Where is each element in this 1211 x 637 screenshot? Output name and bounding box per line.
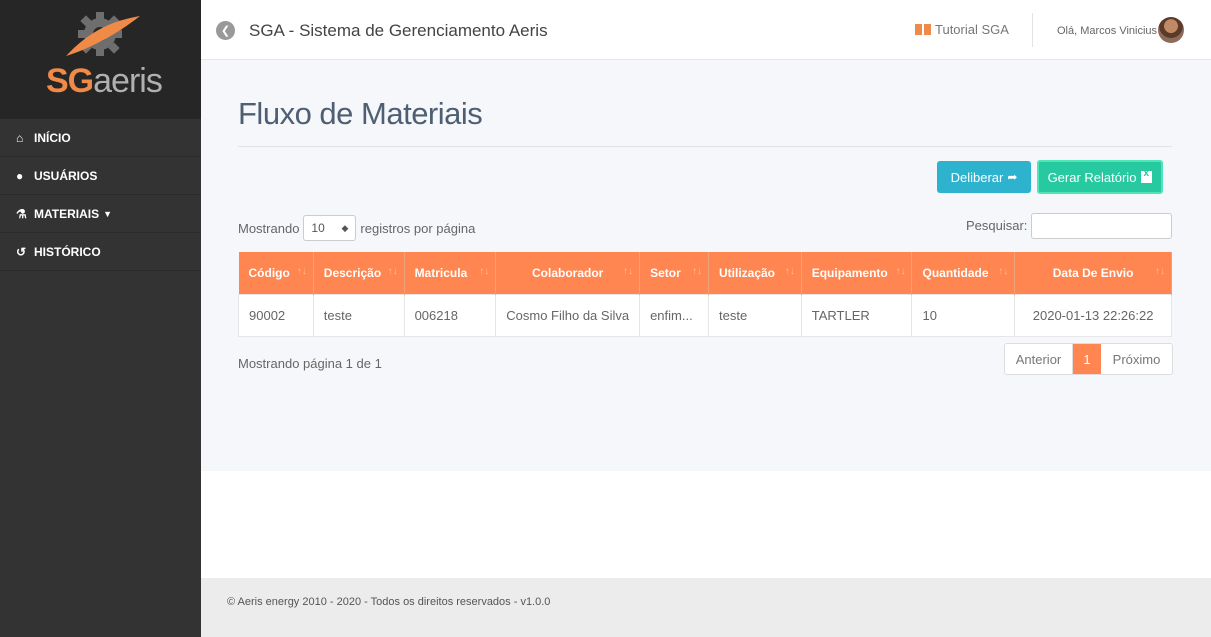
sidebar-item-usuarios[interactable]: ● USUÁRIOS — [0, 157, 201, 195]
main-content: Fluxo de Materiais Deliberar ➦ Gerar Rel… — [201, 60, 1211, 471]
pagination-prev[interactable]: Anterior — [1005, 344, 1073, 374]
table-header-row: Código ↑↓ Descrição ↑↓ Matricula ↑↓ Colabor… — [238, 252, 1172, 294]
history-icon: ↺ — [16, 244, 27, 259]
sort-icon: ↑↓ — [1155, 266, 1165, 277]
chevron-left-icon: ❮ — [220, 25, 231, 37]
chevron-down-icon: ▼ — [103, 208, 113, 219]
deliberar-button[interactable]: Deliberar ➦ — [937, 161, 1031, 193]
gerar-relatorio-button[interactable]: Gerar Relatório — [1037, 160, 1163, 194]
user-icon: ● — [16, 168, 24, 183]
logo[interactable]: SGaeris — [0, 0, 201, 119]
column-header-data-envio[interactable]: Data De Envio ↑↓ — [1014, 252, 1172, 294]
page-length-value: 10 — [311, 221, 325, 235]
column-header-codigo[interactable]: Código ↑↓ — [238, 252, 314, 294]
pagination-page-1[interactable]: 1 — [1073, 344, 1101, 374]
deliberar-label: Deliberar — [950, 169, 1004, 185]
sort-icon: ↑↓ — [296, 266, 307, 277]
top-header: ❮ SGA - Sistema de Gerenciamento Aeris T… — [201, 0, 1211, 60]
pagination-next[interactable]: Próximo — [1101, 344, 1172, 374]
sort-icon: ↑↓ — [998, 266, 1009, 277]
page-length-control: Mostrando 10 ◆ registros por página — [238, 215, 475, 241]
select-arrows-icon: ◆ — [341, 222, 349, 233]
sort-icon: ↑↓ — [623, 266, 634, 277]
cell-data-envio: 2020-01-13 22:26:22 — [1014, 293, 1172, 337]
column-header-descricao[interactable]: Descrição ↑↓ — [313, 252, 405, 294]
sort-icon: ↑↓ — [691, 266, 702, 277]
sort-icon: ↑↓ — [479, 266, 490, 277]
materials-icon: ⚗ — [16, 206, 27, 221]
cell-setor: enfim... — [639, 293, 709, 337]
table-info: Mostrando página 1 de 1 — [238, 356, 382, 371]
title-divider — [238, 146, 1172, 147]
page-title: Fluxo de Materiais — [238, 96, 483, 131]
sort-icon: ↑↓ — [387, 266, 398, 277]
column-header-colaborador[interactable]: Colaborador ↑↓ — [495, 252, 641, 294]
search-input[interactable] — [1031, 213, 1172, 239]
search-label: Pesquisar: — [966, 218, 1028, 233]
sort-icon: ↑↓ — [895, 266, 906, 277]
tutorial-link[interactable]: Tutorial SGA — [915, 22, 1009, 37]
sidebar-item-label: MATERIAIS — [34, 206, 100, 221]
length-prefix: Mostrando — [238, 220, 300, 236]
user-greeting[interactable]: Olá, Marcos Vinicius — [1057, 25, 1157, 37]
length-suffix: registros por página — [360, 220, 476, 236]
column-header-equipamento[interactable]: Equipamento ↑↓ — [801, 252, 913, 294]
footer-copyright: © Aeris energy 2010 - 2020 - Todos os di… — [227, 596, 551, 608]
cell-matricula: 006218 — [403, 293, 497, 337]
page-length-select[interactable]: 10 ◆ — [303, 215, 357, 241]
table-row[interactable]: 90002 teste 006218 Cosmo Filho da Silva … — [238, 293, 1172, 337]
footer: © Aeris energy 2010 - 2020 - Todos os di… — [201, 578, 1211, 637]
column-header-setor[interactable]: Setor ↑↓ — [639, 252, 709, 294]
home-icon: ⌂ — [16, 130, 24, 145]
app-title: SGA - Sistema de Gerenciamento Aeris — [249, 21, 548, 40]
excel-file-icon — [1141, 168, 1153, 183]
cell-colaborador: Cosmo Filho da Silva — [495, 293, 641, 337]
sidebar: SGaeris ⌂ INÍCIO ● USUÁRIOS ⚗ MATERIAIS … — [0, 0, 201, 637]
sort-icon: ↑↓ — [784, 266, 795, 277]
share-icon: ➦ — [1007, 170, 1018, 184]
column-header-utilizacao[interactable]: Utilização ↑↓ — [708, 252, 802, 294]
book-icon — [915, 24, 931, 35]
back-button[interactable]: ❮ — [216, 21, 235, 40]
column-header-quantidade[interactable]: Quantidade ↑↓ — [911, 252, 1016, 294]
materials-table: Código ↑↓ Descrição ↑↓ Matricula ↑↓ Colabor… — [238, 252, 1172, 337]
cell-codigo: 90002 — [238, 293, 314, 337]
column-header-matricula[interactable]: Matricula ↑↓ — [404, 252, 497, 294]
header-divider — [1032, 13, 1033, 47]
pagination: Anterior 1 Próximo — [1004, 343, 1173, 375]
cell-quantidade: 10 — [911, 293, 1016, 337]
sidebar-item-materiais[interactable]: ⚗ MATERIAIS ▼ — [0, 195, 201, 233]
sidebar-item-inicio[interactable]: ⌂ INÍCIO — [0, 119, 201, 157]
logo-text: SGaeris — [46, 62, 163, 100]
sidebar-item-historico[interactable]: ↺ HISTÓRICO — [0, 233, 201, 271]
sidebar-item-label: USUÁRIOS — [34, 168, 98, 183]
cell-utilizacao: teste — [707, 293, 802, 337]
tutorial-label: Tutorial SGA — [935, 22, 1009, 37]
cell-descricao: teste — [312, 293, 405, 337]
relatorio-label: Gerar Relatório — [1047, 169, 1137, 185]
avatar[interactable] — [1158, 17, 1184, 43]
gear-logo-icon — [66, 12, 140, 56]
sidebar-item-label: INÍCIO — [34, 130, 71, 145]
sidebar-item-label: HISTÓRICO — [34, 244, 101, 259]
cell-equipamento: TARTLER — [800, 293, 913, 337]
